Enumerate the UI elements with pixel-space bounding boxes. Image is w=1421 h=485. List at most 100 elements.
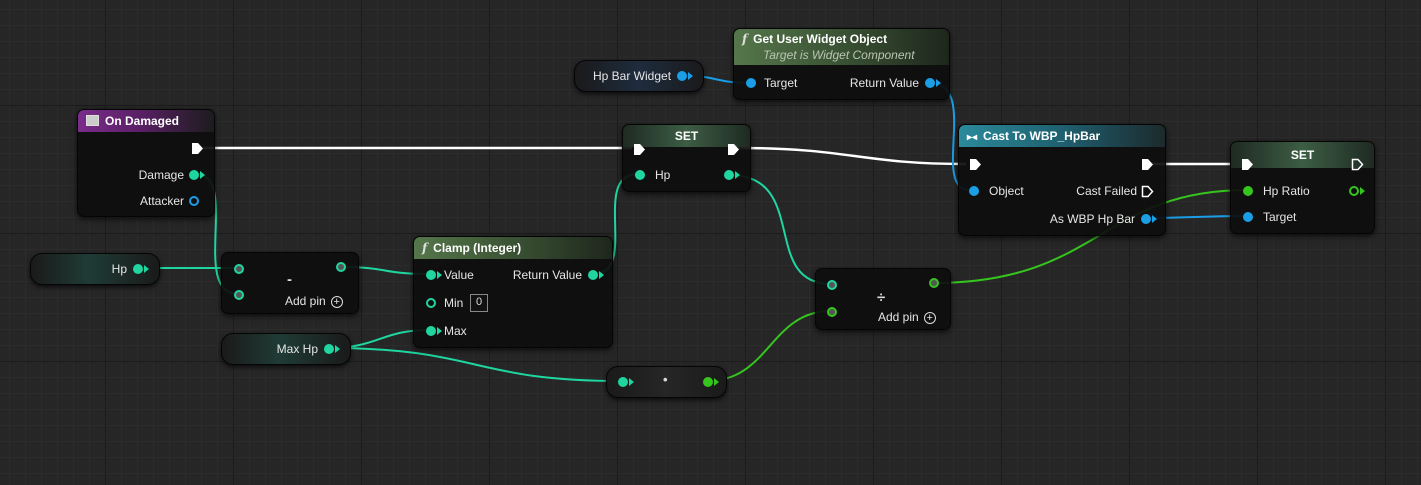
hp-ratio-in-pin[interactable] (1243, 186, 1253, 196)
subtract-operator: - (287, 271, 292, 288)
hp-pin-label: Hp (655, 168, 671, 182)
function-icon: f (422, 241, 428, 255)
get-user-widget-title: Get User Widget Object (753, 32, 888, 46)
convert-in-arrow (629, 378, 634, 386)
get-user-widget-object-node[interactable]: f Get User Widget Object Target is Widget … (733, 28, 950, 100)
hp-variable-label: Hp (111, 262, 127, 276)
convert-in-pin[interactable] (618, 377, 628, 387)
hp-ratio-pin-label: Hp Ratio (1263, 184, 1310, 198)
hp-ratio-out-pin[interactable] (1349, 186, 1359, 196)
value-pin-label: Value (444, 268, 474, 282)
set-hp-title: SET (674, 129, 699, 143)
target-in-pin[interactable] (746, 78, 756, 88)
object-pin-label: Object (989, 184, 1024, 198)
min-pin-label: Min (444, 296, 464, 310)
object-in-pin[interactable] (969, 186, 979, 196)
max-pin-label: Max (444, 324, 467, 338)
add-pin-text: Add pin (285, 294, 326, 308)
divide-in-b-pin[interactable] (827, 307, 837, 317)
damage-pin-label: Damage (138, 168, 184, 182)
as-wbp-hp-bar-arrow (1152, 215, 1157, 223)
exec-in-pin[interactable] (1241, 158, 1254, 171)
set-hp-ratio-title: SET (1290, 148, 1315, 162)
add-pin-icon[interactable]: + (330, 295, 343, 308)
value-in-pin[interactable] (426, 270, 436, 280)
hp-bar-widget-label: Hp Bar Widget (593, 69, 672, 83)
min-value-input[interactable]: 0 (470, 294, 488, 312)
damage-pin[interactable] (189, 170, 199, 180)
hp-variable-out-pin[interactable] (133, 264, 143, 274)
convert-symbol: • (663, 372, 668, 387)
exec-in-pin[interactable] (633, 143, 646, 156)
integer-wire (327, 347, 623, 382)
hp-variable-node[interactable]: Hp (30, 253, 160, 285)
add-pin-icon[interactable]: + (923, 311, 936, 324)
divide-out-pin[interactable] (929, 278, 939, 288)
return-value-out-pin[interactable] (925, 78, 935, 88)
attacker-pin[interactable] (189, 196, 199, 206)
cast-failed-exec-pin[interactable] (1141, 185, 1154, 198)
convert-out-arrow (714, 378, 719, 386)
cast-failed-pin-label: Cast Failed (1076, 184, 1137, 198)
event-icon (86, 115, 99, 126)
return-value-arrow (936, 79, 941, 87)
cast-icon: ▸◂ (967, 132, 978, 143)
set-hp-node[interactable]: SET Hp (622, 124, 751, 192)
max-in-pin[interactable] (426, 326, 436, 336)
exec-in-pin[interactable] (969, 158, 982, 171)
hp-bar-widget-variable-node[interactable]: Hp Bar Widget (574, 60, 704, 92)
return-value-arrow (599, 271, 604, 279)
target-pin-label: Target (1263, 210, 1297, 224)
max-hp-variable-node[interactable]: Max Hp (221, 333, 351, 365)
convert-int-to-float-node[interactable]: • (606, 366, 727, 398)
value-in-arrow (437, 271, 442, 279)
hp-out-arrow (735, 171, 740, 179)
return-value-pin-label: Return Value (849, 76, 919, 90)
clamp-header[interactable]: f Clamp (Integer) (414, 237, 612, 259)
hp-ratio-out-arrow (1360, 187, 1365, 195)
as-wbp-hp-bar-out-pin[interactable] (1141, 214, 1151, 224)
cast-header[interactable]: ▸◂ Cast To WBP_HpBar (959, 125, 1165, 147)
subtract-add-pin-label[interactable]: Add pin + (285, 294, 343, 308)
target-pin-label: Target (764, 76, 798, 90)
on-damaged-header[interactable]: On Damaged (78, 110, 214, 132)
function-icon: f (742, 32, 748, 46)
hp-bar-widget-out-pin[interactable] (677, 71, 687, 81)
float-wire (706, 310, 832, 382)
clamp-title: Clamp (Integer) (433, 241, 522, 255)
clamp-integer-node[interactable]: f Clamp (Integer) Value Return Value Min … (413, 236, 613, 348)
get-user-widget-subtitle: Target is Widget Component (763, 48, 915, 62)
subtract-in-b-pin[interactable] (234, 290, 244, 300)
divide-in-a-pin[interactable] (827, 280, 837, 290)
exec-out-pin[interactable] (727, 143, 740, 156)
subtract-node[interactable]: - Add pin + (221, 252, 359, 314)
cast-title: Cast To WBP_HpBar (983, 129, 1101, 143)
exec-wire (737, 146, 967, 166)
on-damaged-event-node[interactable]: On Damaged Damage Attacker (77, 109, 215, 217)
exec-out-pin[interactable] (1351, 158, 1364, 171)
divide-add-pin-label[interactable]: Add pin + (878, 310, 936, 324)
set-hp-ratio-node[interactable]: SET Hp Ratio Target (1230, 141, 1375, 234)
hp-variable-arrow (144, 265, 149, 273)
subtract-in-a-pin[interactable] (234, 264, 244, 274)
as-wbp-hp-bar-pin-label: As WBP Hp Bar (1049, 212, 1135, 226)
divide-node[interactable]: ÷ Add pin + (815, 268, 951, 330)
max-hp-out-pin[interactable] (324, 344, 334, 354)
on-damaged-title: On Damaged (105, 114, 180, 128)
divide-operator: ÷ (877, 289, 886, 306)
max-hp-variable-label: Max Hp (276, 342, 318, 356)
return-value-out-pin[interactable] (588, 270, 598, 280)
exec-out-pin[interactable] (1141, 158, 1154, 171)
min-in-pin[interactable] (426, 298, 436, 308)
attacker-pin-label: Attacker (139, 194, 184, 208)
return-value-pin-label: Return Value (512, 268, 582, 282)
get-user-widget-header[interactable]: f Get User Widget Object Target is Widget … (734, 29, 949, 65)
hp-in-pin[interactable] (635, 170, 645, 180)
subtract-out-pin[interactable] (336, 262, 346, 272)
convert-out-pin[interactable] (703, 377, 713, 387)
cast-to-wbp-hpbar-node[interactable]: ▸◂ Cast To WBP_HpBar Object Cast Failed A… (958, 124, 1166, 236)
exec-out-pin[interactable] (191, 142, 204, 155)
max-in-arrow (437, 327, 442, 335)
target-in-pin[interactable] (1243, 212, 1253, 222)
hp-out-pin[interactable] (724, 170, 734, 180)
